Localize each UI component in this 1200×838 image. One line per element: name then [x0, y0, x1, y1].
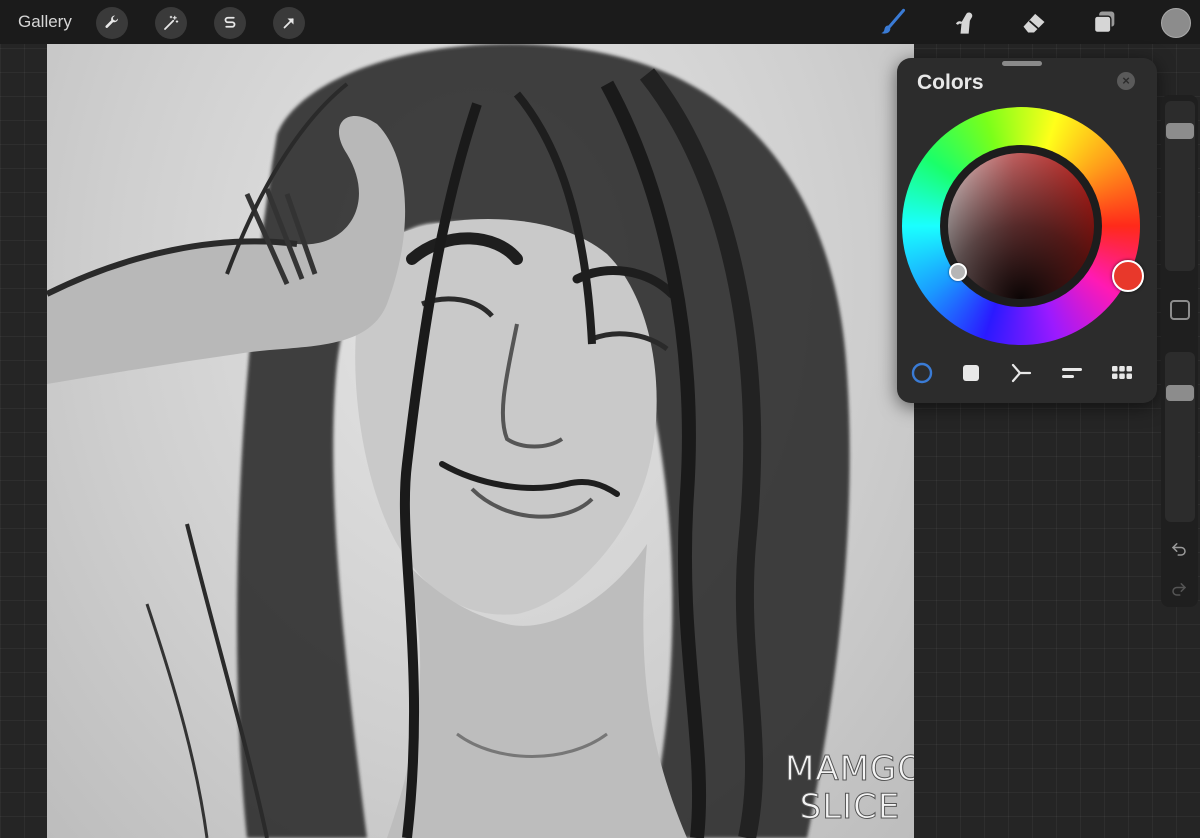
undo-button[interactable]	[1168, 538, 1190, 560]
layers-button[interactable]	[1090, 7, 1120, 37]
hue-ring[interactable]	[902, 107, 1144, 345]
gallery-button[interactable]: Gallery	[18, 12, 72, 32]
eraser-icon	[1023, 13, 1045, 33]
top-toolbar: Gallery	[0, 0, 1200, 44]
eraser-tool-button[interactable]	[1019, 7, 1049, 37]
brush-size-slider[interactable]	[1165, 101, 1195, 271]
adjustments-button[interactable]	[155, 7, 187, 39]
disc-mode-icon	[911, 362, 933, 384]
redo-icon	[1172, 583, 1187, 596]
layers-icon	[1093, 11, 1115, 34]
close-button[interactable]: ×	[1117, 72, 1135, 90]
smudge-tool-button[interactable]	[949, 7, 979, 37]
actions-wrench-button[interactable]	[96, 7, 128, 39]
brush-icon	[881, 8, 906, 34]
close-icon: ×	[1122, 73, 1130, 88]
palettes-mode-button[interactable]	[1109, 360, 1135, 386]
classic-mode-icon	[963, 365, 979, 381]
brush-tool-button[interactable]	[878, 7, 908, 37]
transform-button[interactable]	[273, 7, 305, 39]
brush-opacity-thumb[interactable]	[1166, 385, 1194, 401]
magic-wand-icon	[164, 15, 179, 30]
value-mode-icon	[1062, 368, 1082, 378]
selection-s-icon	[224, 16, 236, 28]
artwork-illustration	[47, 44, 850, 838]
hue-knob[interactable]	[1112, 260, 1144, 292]
redo-button[interactable]	[1168, 578, 1190, 600]
brush-size-thumb[interactable]	[1166, 123, 1194, 139]
harmony-mode-icon	[1011, 363, 1032, 383]
watermark-line-1: MAMGO	[785, 749, 915, 789]
undo-icon	[1171, 543, 1186, 556]
panel-drag-handle[interactable]	[1002, 61, 1042, 66]
transform-arrow-icon	[283, 18, 294, 29]
brush-sidebar	[1161, 95, 1198, 607]
colors-panel: Colors ×	[897, 58, 1157, 403]
drawing-canvas[interactable]: MAMGO SLICE	[47, 44, 914, 838]
palettes-mode-icon	[1112, 366, 1132, 379]
modify-button[interactable]	[1170, 300, 1190, 320]
current-color-swatch[interactable]	[1161, 8, 1191, 38]
color-disc-frame	[940, 145, 1102, 307]
selection-button[interactable]	[214, 7, 246, 39]
value-mode-button[interactable]	[1059, 360, 1085, 386]
classic-mode-button[interactable]	[958, 360, 984, 386]
artist-watermark: MAMGO SLICE	[785, 749, 915, 827]
wrench-icon	[105, 15, 119, 28]
disc-mode-button[interactable]	[909, 360, 935, 386]
saturation-brightness-disc[interactable]	[948, 153, 1094, 299]
watermark-line-2: SLICE	[799, 787, 901, 827]
harmony-mode-button[interactable]	[1008, 360, 1034, 386]
smudge-icon	[955, 12, 973, 34]
brush-opacity-slider[interactable]	[1165, 352, 1195, 522]
saturation-knob[interactable]	[949, 263, 967, 281]
colors-panel-title: Colors	[917, 71, 984, 94]
